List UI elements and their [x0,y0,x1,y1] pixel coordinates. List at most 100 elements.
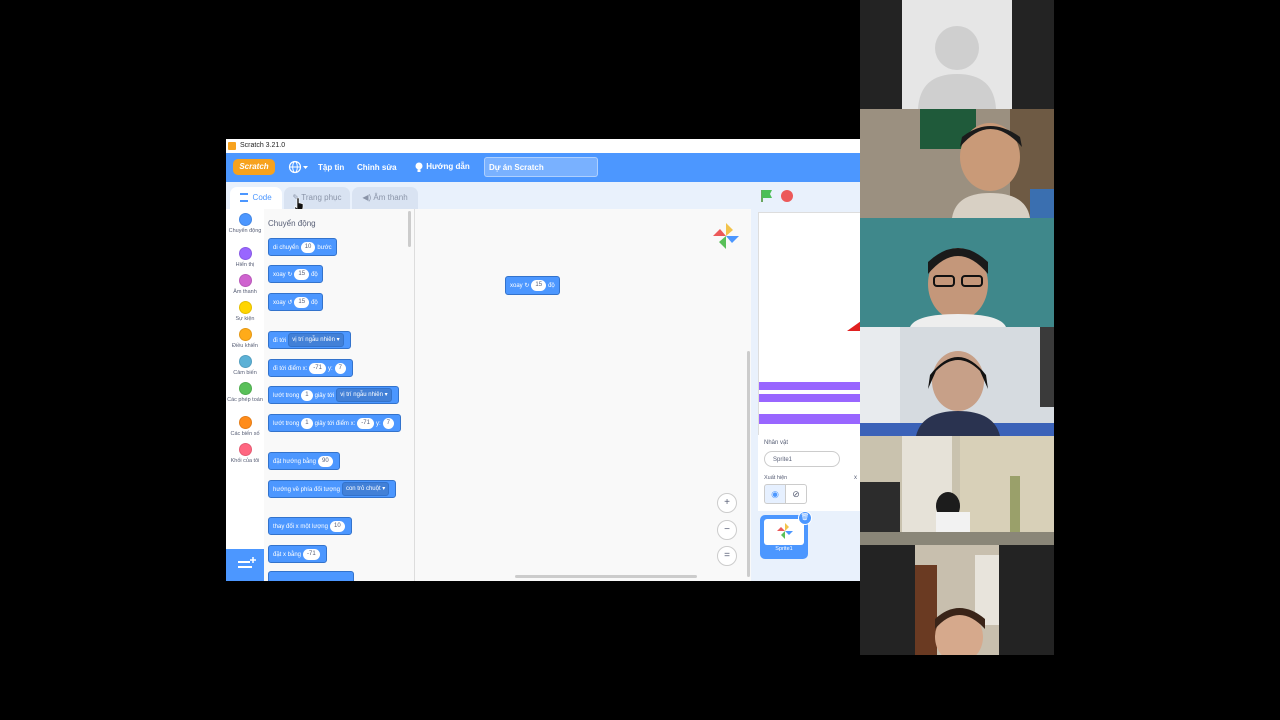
category-operators[interactable]: Các phép toán [226,382,264,403]
block-glide-to[interactable]: lướt trong 1 giây tới vị trí ngẫu nhiên ▾ [268,386,399,404]
palette-heading: Chuyển động [268,219,316,228]
participant-video-frame [915,545,999,655]
category-sensing[interactable]: Cảm biến [226,355,264,376]
zoom-reset-button[interactable]: = [717,546,737,566]
participant-tile-6[interactable] [860,545,1054,655]
palette-scrollbar[interactable] [408,211,411,247]
language-menu[interactable] [288,159,310,177]
block-input[interactable]: 15 [294,268,310,280]
sprite-info-panel: Nhân vật Sprite1 Xuất hiện x ◉ ⊘ [758,435,860,511]
stage-purple-bar [759,414,860,424]
tab-sounds[interactable]: ◀) Âm thanh [352,187,418,209]
block-input[interactable]: 1 [301,389,313,401]
category-my-blocks[interactable]: Khối của tôi [226,443,264,464]
script-horizontal-scrollbar[interactable] [515,575,697,578]
block-turn-left[interactable]: xoay ↺ 15 độ [268,293,323,311]
block-input[interactable]: 10 [300,241,316,253]
trash-icon: 🗑 [800,514,810,521]
participant-video [860,327,1054,436]
edit-menu[interactable]: Chỉnh sửa [357,163,397,172]
hide-sprite-button[interactable]: ⊘ [785,484,807,504]
rotate-right-icon: ↻ [524,283,530,289]
block-input[interactable]: 7 [382,417,394,429]
block-input[interactable]: 1 [301,417,313,429]
category-dot [238,355,252,368]
title-bar: Scratch 3.21.0 [226,139,860,153]
block-change-x[interactable]: thay đổi x một lượng 10 [268,517,352,535]
participant-tile-1[interactable] [860,0,1054,109]
window-title: Scratch 3.21.0 [240,142,286,149]
add-extension-button[interactable] [226,549,264,581]
show-label: Xuất hiện [764,475,788,481]
x-label: x [854,475,857,481]
zoom-in-button[interactable]: + [717,493,737,513]
script-block-turn-right[interactable]: xoay ↻ 15 độ [505,276,560,295]
category-dot [238,328,252,341]
stage[interactable] [758,212,860,436]
tutorials-menu[interactable]: Hướng dẫn [414,161,470,173]
participant-tile-2[interactable] [860,109,1054,218]
participant-tile-4[interactable] [860,327,1054,436]
category-motion[interactable]: Chuyển động [226,213,264,234]
participant-tile-5[interactable] [860,436,1054,545]
extension-icon [238,557,256,568]
participant-video [860,436,1054,545]
eye-icon: ◉ [771,489,779,499]
block-input[interactable]: 7 [334,362,346,374]
category-dot [238,247,252,260]
zoom-out-button[interactable]: − [717,520,737,540]
block-point-direction[interactable]: đặt hướng bằng 90 [268,452,340,470]
show-sprite-button[interactable]: ◉ [764,484,786,504]
block-input[interactable]: 15 [294,296,310,308]
script-area[interactable]: xoay ↻ 15 độ + − = [415,209,751,581]
rotate-right-icon: ↻ [287,272,293,278]
category-sound[interactable]: Âm thanh [226,274,264,295]
stop-icon[interactable] [780,189,794,203]
block-goto[interactable]: đi tới vị trí ngẫu nhiên ▾ [268,331,351,349]
block-dropdown[interactable]: vị trí ngẫu nhiên ▾ [336,388,392,403]
category-variables[interactable]: Các biến số [226,416,264,437]
block-set-x[interactable]: đặt x bằng -71 [268,545,327,563]
category-dot [238,382,252,395]
block-dropdown[interactable]: con trỏ chuột ▾ [341,482,390,497]
sprite-tile[interactable]: Sprite1 🗑 [760,511,812,559]
block-palette: Chuyển động di chuyển 10 bước xoay ↻ 15 độ x… [264,209,415,581]
tab-code[interactable]: Code [230,187,282,209]
delete-sprite-button[interactable]: 🗑 [798,511,812,525]
file-menu[interactable]: Tập tin [318,163,344,172]
block-turn-right[interactable]: xoay ↻ 15 độ [268,265,323,283]
block-point-towards[interactable]: hướng về phía đối tượng con trỏ chuột ▾ [268,480,397,498]
block-input[interactable]: -71 [309,362,326,374]
globe-icon [288,160,308,174]
block-glide-xy[interactable]: lướt trong 1 giây tới điểm x: -71 y: 7 [268,414,401,432]
category-control[interactable]: Điều khiển [226,328,264,349]
block-partial[interactable] [268,571,354,581]
block-input[interactable]: 90 [317,455,333,467]
script-vertical-scrollbar[interactable] [747,351,750,577]
zoom-in-icon: + [724,497,730,508]
category-events[interactable]: Sự kiện [226,301,264,322]
sprite-thumbnail [764,519,804,545]
participant-video [860,109,1054,218]
sprite-name-input[interactable]: Sprite1 [764,451,840,467]
block-goto-xy[interactable]: đi tới điểm x: -71 y: 7 [268,359,353,377]
tutorials-label: Hướng dẫn [426,162,470,172]
scratch-logo[interactable]: Scratch [233,159,275,175]
block-input[interactable]: 10 [329,520,345,532]
eye-slash-icon: ⊘ [792,489,800,499]
block-input[interactable]: -71 [303,548,320,560]
scratch-window: Scratch 3.21.0 Scratch Tập tin Chỉnh sửa… [226,139,860,581]
avatar-placeholder [902,0,1012,109]
green-flag-icon[interactable] [760,189,774,203]
lightbulb-icon [415,162,423,172]
stage-purple-bar [759,394,860,402]
category-looks[interactable]: Hiển thị [226,247,264,268]
block-input[interactable]: -71 [357,417,374,429]
block-dropdown[interactable]: vị trí ngẫu nhiên ▾ [288,333,344,348]
project-title-input[interactable]: Dự án Scratch [484,157,598,177]
category-dot [238,443,252,456]
block-input[interactable]: 15 [531,279,547,291]
tab-costumes-label: Trang phục [301,193,342,202]
participant-tile-3[interactable] [860,218,1054,327]
block-move-steps[interactable]: di chuyển 10 bước [268,238,337,256]
